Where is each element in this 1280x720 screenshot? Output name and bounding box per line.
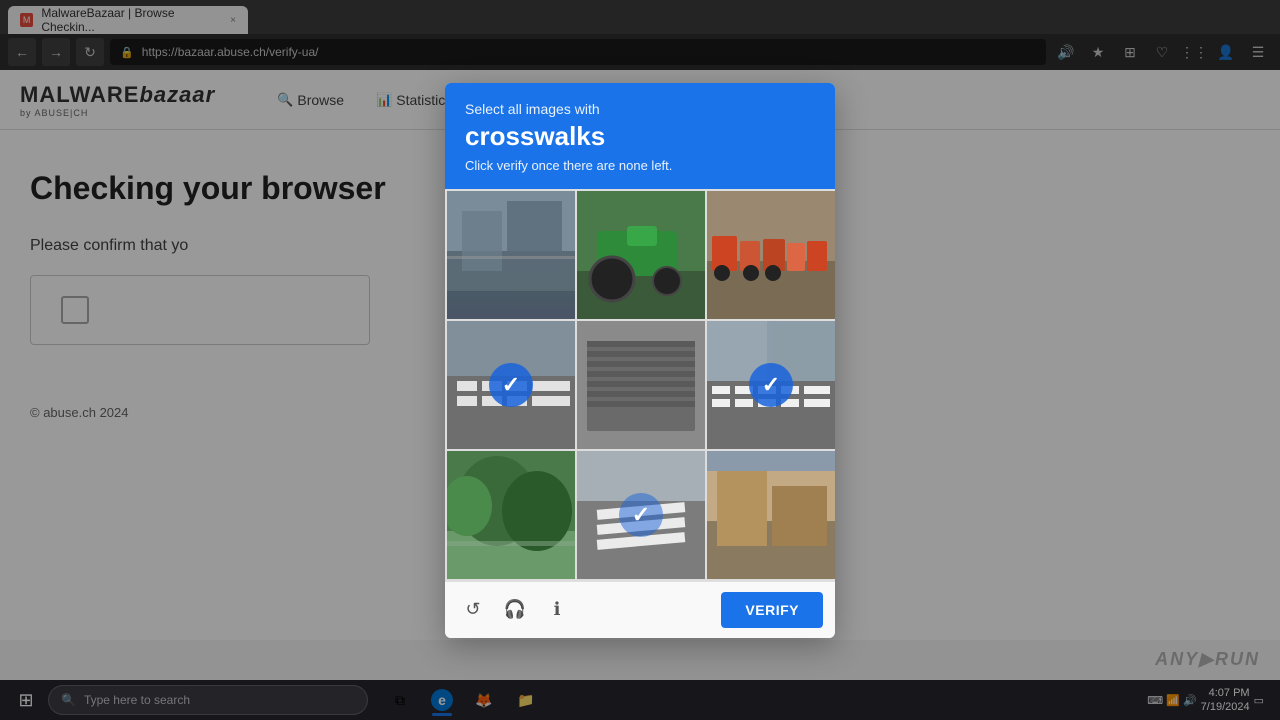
captcha-cell-9[interactable] bbox=[707, 451, 835, 579]
info-icon: ℹ bbox=[554, 599, 561, 620]
captcha-refresh-button[interactable]: ↺ bbox=[457, 594, 489, 626]
check-icon-4: ✓ bbox=[489, 363, 533, 407]
captcha-header-hint: Click verify once there are none left. bbox=[465, 158, 815, 173]
captcha-image-3 bbox=[707, 191, 835, 319]
captcha-cell-6[interactable]: ✓ bbox=[707, 321, 835, 449]
captcha-cell-5[interactable] bbox=[577, 321, 705, 449]
selected-overlay-6: ✓ bbox=[707, 321, 835, 449]
captcha-cell-2[interactable] bbox=[577, 191, 705, 319]
captcha-info-button[interactable]: ℹ bbox=[541, 594, 573, 626]
captcha-grid: ✓ bbox=[445, 189, 835, 581]
verify-button[interactable]: VERIFY bbox=[721, 592, 823, 628]
selected-overlay-8: ✓ bbox=[577, 451, 705, 579]
captcha-image-7 bbox=[447, 451, 575, 579]
selected-overlay-4: ✓ bbox=[447, 321, 575, 449]
check-icon-6: ✓ bbox=[749, 363, 793, 407]
captcha-cell-8[interactable]: ✓ bbox=[577, 451, 705, 579]
check-icon-8: ✓ bbox=[619, 493, 663, 537]
captcha-image-9 bbox=[707, 451, 835, 579]
captcha-cell-1[interactable] bbox=[447, 191, 575, 319]
captcha-image-5 bbox=[577, 321, 705, 449]
audio-icon: 🎧 bbox=[504, 599, 526, 620]
captcha-cell-7[interactable] bbox=[447, 451, 575, 579]
captcha-audio-button[interactable]: 🎧 bbox=[499, 594, 531, 626]
captcha-header-title: crosswalks bbox=[465, 121, 815, 152]
captcha-header: Select all images with crosswalks Click … bbox=[445, 83, 835, 189]
captcha-image-1 bbox=[447, 191, 575, 319]
captcha-cell-3[interactable] bbox=[707, 191, 835, 319]
captcha-header-sub: Select all images with bbox=[465, 101, 815, 117]
refresh-icon: ↺ bbox=[465, 599, 480, 620]
captcha-cell-4[interactable]: ✓ bbox=[447, 321, 575, 449]
captcha-footer: ↺ 🎧 ℹ VERIFY bbox=[445, 581, 835, 638]
captcha-image-2 bbox=[577, 191, 705, 319]
captcha-modal: Select all images with crosswalks Click … bbox=[445, 83, 835, 638]
captcha-overlay: Select all images with crosswalks Click … bbox=[0, 0, 1280, 720]
